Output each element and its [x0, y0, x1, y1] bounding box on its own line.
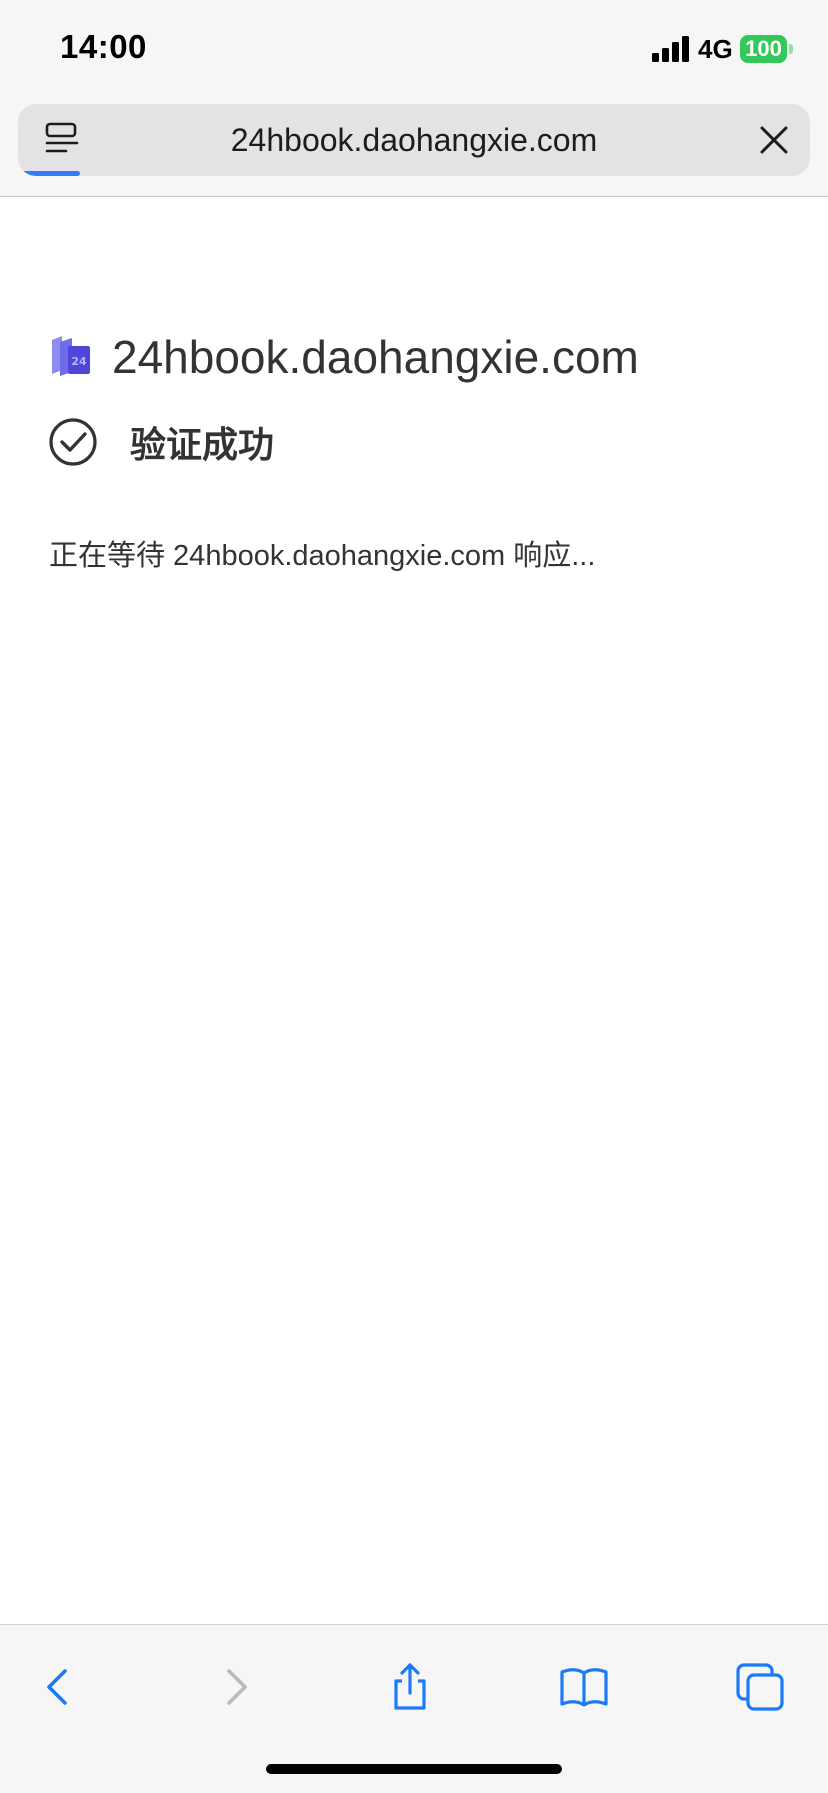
- close-icon[interactable]: [758, 124, 790, 156]
- signal-bars-icon: [652, 36, 689, 62]
- bookmarks-button[interactable]: [552, 1655, 616, 1719]
- forward-button[interactable]: [204, 1655, 268, 1719]
- loading-progress-bar: [18, 171, 80, 176]
- home-indicator[interactable]: [266, 1764, 562, 1774]
- site-title: 24hbook.daohangxie.com: [112, 331, 639, 383]
- checkmark-circle-icon: [49, 418, 97, 466]
- waiting-message: 正在等待 24hbook.daohangxie.com 响应...: [49, 540, 596, 572]
- tabs-button[interactable]: [728, 1655, 792, 1719]
- back-button[interactable]: [26, 1655, 90, 1719]
- network-type: 4G: [698, 34, 733, 64]
- svg-text:24: 24: [71, 355, 87, 368]
- status-bar: 14:00 4G 100: [0, 0, 828, 100]
- bookmarks-icon[interactable]: [558, 1661, 610, 1713]
- site-header: 24 24hbook.daohangxie.com: [48, 322, 639, 392]
- status-time: 14:00: [60, 28, 147, 65]
- back-icon[interactable]: [32, 1661, 84, 1713]
- battery-tip: [789, 44, 793, 54]
- verification-status: 验证成功: [48, 414, 274, 470]
- url-text[interactable]: 24hbook.daohangxie.com: [118, 104, 710, 176]
- tabs-icon[interactable]: [734, 1661, 786, 1713]
- site-logo-icon: 24: [52, 336, 90, 376]
- reader-mode-icon[interactable]: [44, 122, 80, 158]
- forward-icon[interactable]: [210, 1661, 262, 1713]
- address-bar[interactable]: 24hbook.daohangxie.com: [18, 104, 810, 176]
- browser-top-bar: 24hbook.daohangxie.com: [0, 100, 828, 197]
- battery-icon: 100: [740, 35, 787, 63]
- verification-message: 验证成功: [130, 424, 275, 465]
- share-icon[interactable]: [384, 1661, 436, 1713]
- share-button[interactable]: [378, 1655, 442, 1719]
